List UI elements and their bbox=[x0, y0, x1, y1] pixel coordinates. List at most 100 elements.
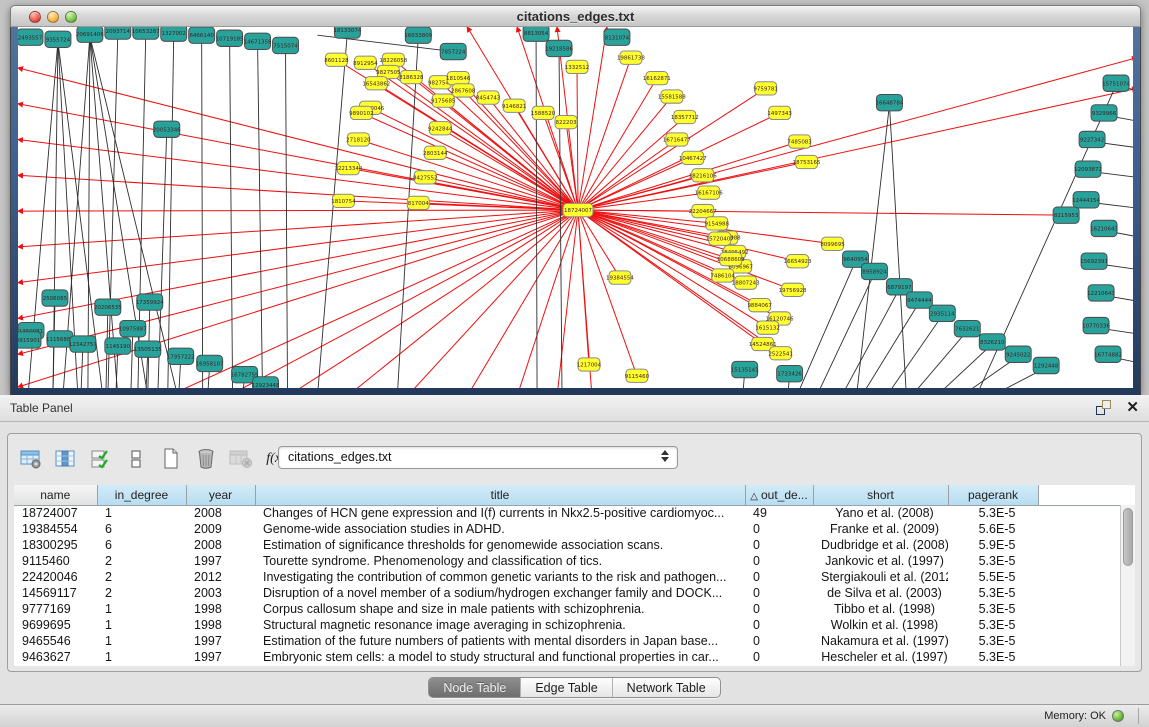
graph-edge[interactable] bbox=[578, 210, 620, 277]
cell-in_degree: 1 bbox=[97, 649, 186, 665]
graph-edge[interactable] bbox=[517, 210, 578, 388]
cell-short: Franke et al. (2009) bbox=[813, 521, 948, 537]
graph-edge[interactable] bbox=[202, 37, 203, 388]
column-header-pagerank[interactable]: pagerank bbox=[948, 485, 1038, 505]
column-header-year[interactable]: year bbox=[186, 485, 255, 505]
table-columns-button[interactable] bbox=[53, 445, 79, 473]
graph-node-label: 7632621 bbox=[955, 327, 980, 333]
minimize-window-icon[interactable] bbox=[47, 11, 59, 23]
graph-edge[interactable] bbox=[557, 210, 578, 388]
table-selector-dropdown[interactable]: citations_edges.txt bbox=[278, 446, 678, 469]
cell-short: Wolkin et al. (1998) bbox=[813, 617, 948, 633]
graph-node-label: 2506085 bbox=[43, 296, 68, 302]
graph-edge[interactable] bbox=[286, 47, 288, 388]
table-panel-titlebar[interactable]: Table Panel ✕ bbox=[0, 395, 1149, 422]
graph-canvas[interactable]: 2493557935572420691406209371410653287132… bbox=[18, 27, 1133, 388]
table-browser: f(x) citations_edges.txt name in_degree … bbox=[7, 433, 1142, 672]
close-window-icon[interactable] bbox=[29, 11, 41, 23]
delete-table-button-disabled[interactable] bbox=[228, 445, 254, 473]
table-scrollbar[interactable] bbox=[1120, 505, 1135, 666]
graph-edge[interactable] bbox=[230, 40, 233, 388]
graph-edge[interactable] bbox=[842, 289, 900, 388]
graph-edge[interactable] bbox=[578, 210, 798, 261]
cell-short: Dudbridge et al. (2008) bbox=[813, 537, 948, 553]
graph-node-label: 19384554 bbox=[606, 276, 634, 282]
close-panel-icon[interactable]: ✕ bbox=[1126, 400, 1139, 416]
column-header-name[interactable]: name bbox=[14, 485, 97, 505]
column-header-short[interactable]: short bbox=[813, 485, 948, 505]
table-settings-button[interactable] bbox=[18, 445, 44, 473]
graph-node-label: 9154988 bbox=[705, 221, 730, 227]
graph-node-label: 16033809 bbox=[404, 33, 432, 39]
column-header-title[interactable]: title bbox=[255, 485, 745, 505]
tab-network-table[interactable]: Network Table bbox=[613, 678, 720, 697]
graph-edge[interactable] bbox=[288, 210, 578, 388]
graph-edge[interactable] bbox=[18, 210, 578, 283]
window-titlebar[interactable]: citations_edges.txt bbox=[10, 5, 1141, 27]
row-height-button[interactable] bbox=[123, 445, 149, 473]
graph-node-label: 10975887 bbox=[119, 327, 147, 333]
graph-edge[interactable] bbox=[797, 261, 856, 388]
select-rows-button[interactable] bbox=[88, 445, 114, 473]
zoom-window-icon[interactable] bbox=[65, 11, 77, 23]
graph-edge[interactable] bbox=[578, 88, 1133, 210]
tab-node-table[interactable]: Node Table bbox=[429, 678, 521, 697]
table-row[interactable]: 1938455462009Genome-wide association stu… bbox=[14, 521, 1135, 537]
graph-edge[interactable] bbox=[18, 210, 578, 247]
graph-edge[interactable] bbox=[397, 37, 418, 388]
new-file-button[interactable] bbox=[158, 445, 184, 473]
table-row[interactable]: 946362711997Embryonic stem cells: a mode… bbox=[14, 649, 1135, 665]
graph-node-label: 16774882 bbox=[1094, 352, 1122, 358]
graph-node-label: 7515074 bbox=[273, 43, 298, 49]
graph-edge[interactable] bbox=[168, 35, 174, 388]
cell-name: 9465546 bbox=[14, 633, 97, 649]
table-row[interactable]: 911546021997Tourette syndrome. Phenomeno… bbox=[14, 553, 1135, 569]
cell-year: 1997 bbox=[186, 633, 255, 649]
table-row[interactable]: 1456911722003Disruption of a novel membe… bbox=[14, 585, 1135, 601]
graph-edge[interactable] bbox=[578, 210, 637, 376]
cell-short: Nakamura et al. (1997) bbox=[813, 633, 948, 649]
memory-ok-indicator-icon[interactable] bbox=[1112, 710, 1124, 722]
table-row[interactable]: 969969511998Structural magnetic resonanc… bbox=[14, 617, 1135, 633]
column-header-out-degree[interactable]: △out_de... bbox=[745, 485, 813, 505]
graph-edge[interactable] bbox=[88, 36, 90, 388]
graph-node-label: 9245022 bbox=[1006, 352, 1030, 358]
graph-node-label: 15751074 bbox=[1102, 81, 1130, 87]
graph-node-label: 12213344 bbox=[334, 166, 362, 172]
graph-node-label: 15692391 bbox=[1080, 259, 1108, 265]
float-panel-icon[interactable] bbox=[1096, 400, 1112, 416]
graph-edge[interactable] bbox=[886, 315, 942, 388]
graph-edge[interactable] bbox=[131, 331, 133, 388]
graph-edge[interactable] bbox=[361, 113, 578, 210]
graph-edge[interactable] bbox=[856, 105, 889, 388]
cell-pagerank: 5.3E-5 bbox=[948, 633, 1038, 649]
graph-edge[interactable] bbox=[578, 210, 703, 211]
table-row[interactable]: 1872400712008Changes of HCN gene express… bbox=[14, 505, 1135, 521]
cell-pagerank: 5.9E-5 bbox=[948, 537, 1038, 553]
graph-edge[interactable] bbox=[578, 27, 607, 210]
graph-edge[interactable] bbox=[18, 210, 578, 354]
graph-edge[interactable] bbox=[258, 43, 263, 388]
column-header-in-degree[interactable]: in_degree bbox=[97, 485, 186, 505]
graph-edge[interactable] bbox=[577, 67, 578, 210]
graph-node-label: 3915901 bbox=[18, 338, 41, 344]
tab-edge-table[interactable]: Edge Table bbox=[521, 678, 612, 697]
cell-pagerank: 5.3E-5 bbox=[948, 585, 1038, 601]
graph-edge[interactable] bbox=[861, 302, 919, 388]
delete-button[interactable] bbox=[193, 445, 219, 473]
graph-edge[interactable] bbox=[578, 88, 766, 210]
table-row[interactable]: 2242004622012Investigating the contribut… bbox=[14, 569, 1135, 585]
graph-edge[interactable] bbox=[90, 36, 118, 388]
table-row[interactable]: 946554611997Estimation of the future num… bbox=[14, 633, 1135, 649]
graph-node-label: 2867608 bbox=[451, 88, 476, 94]
table-row[interactable]: 977716911998Corpus callosum shape and si… bbox=[14, 601, 1135, 617]
graph-node-label: 16648784 bbox=[875, 101, 903, 107]
graph-edge[interactable] bbox=[18, 210, 578, 211]
graph-edge[interactable] bbox=[18, 139, 578, 210]
sort-ascending-icon: △ bbox=[750, 491, 758, 502]
graph-edge[interactable] bbox=[889, 105, 906, 388]
graph-edge[interactable] bbox=[911, 331, 967, 388]
table-row[interactable]: 1830029562008Estimation of significance … bbox=[14, 537, 1135, 553]
graph-node-label: 2493557 bbox=[18, 35, 43, 41]
table-scrollbar-thumb[interactable] bbox=[1123, 508, 1133, 566]
